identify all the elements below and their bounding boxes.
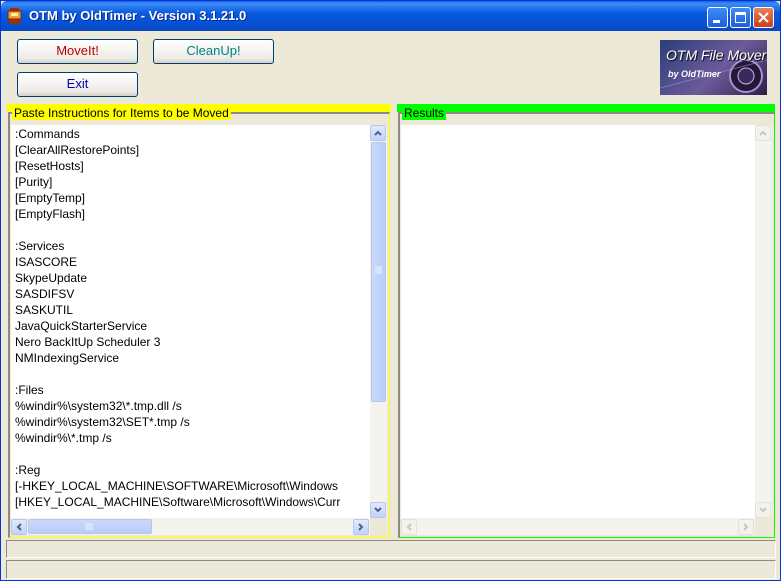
scroll-up-button[interactable] bbox=[370, 125, 386, 141]
chevron-down-icon bbox=[374, 507, 382, 513]
exit-button[interactable]: Exit bbox=[17, 72, 138, 97]
chevron-left-icon bbox=[406, 523, 412, 531]
otm-app-icon[interactable] bbox=[7, 8, 22, 24]
chevron-left-icon bbox=[16, 523, 22, 531]
otm-window: OTM by OldTimer - Version 3.1.21.0 MoveI… bbox=[0, 0, 781, 581]
instruction-line bbox=[15, 366, 370, 382]
instructions-vscrollbar[interactable] bbox=[370, 125, 387, 518]
scroll-down-button[interactable] bbox=[755, 502, 771, 518]
chevron-down-icon bbox=[759, 507, 767, 513]
instruction-line: %windir%\*.tmp /s bbox=[15, 431, 112, 445]
maximize-button[interactable] bbox=[730, 7, 751, 28]
results-label: Results bbox=[402, 106, 447, 120]
instruction-line: JavaQuickStarterService bbox=[15, 319, 148, 333]
chevron-up-icon bbox=[374, 130, 382, 136]
otm-logo: OTM File Mover by OldTimer bbox=[660, 40, 767, 95]
instruction-line: SASDIFSV bbox=[15, 287, 75, 301]
instruction-line: SASKUTIL bbox=[15, 303, 74, 317]
scroll-left-button[interactable] bbox=[401, 519, 417, 535]
status-text bbox=[7, 543, 10, 557]
minimize-button[interactable] bbox=[707, 7, 728, 28]
chevron-right-icon bbox=[358, 523, 364, 531]
scroll-up-button[interactable] bbox=[755, 125, 771, 141]
instruction-line: :Services bbox=[15, 239, 65, 253]
instruction-line: ISASCORE bbox=[15, 255, 78, 269]
instruction-line: NMIndexingService bbox=[15, 351, 120, 365]
results-textarea[interactable] bbox=[401, 125, 755, 518]
instruction-line: [-HKEY_LOCAL_MACHINE\SOFTWARE\Microsoft\… bbox=[15, 479, 338, 493]
exit-label: Exit bbox=[66, 76, 89, 91]
minimize-icon bbox=[713, 20, 720, 23]
results-accent-bar bbox=[397, 104, 775, 112]
grip-icon bbox=[85, 523, 93, 530]
instruction-line: [EmptyFlash] bbox=[15, 207, 86, 221]
chevron-right-icon bbox=[743, 523, 749, 531]
cleanup-button[interactable]: CleanUp! bbox=[153, 39, 274, 64]
instruction-line bbox=[15, 222, 370, 238]
scroll-left-button[interactable] bbox=[11, 519, 27, 535]
window-title: OTM by OldTimer - Version 3.1.21.0 bbox=[29, 8, 247, 23]
status-bar-secondary bbox=[6, 560, 776, 579]
scroll-down-button[interactable] bbox=[370, 502, 386, 518]
title-bar[interactable]: OTM by OldTimer - Version 3.1.21.0 bbox=[1, 1, 780, 31]
instruction-line: SkypeUpdate bbox=[15, 271, 88, 285]
results-vscrollbar[interactable] bbox=[755, 125, 772, 518]
instruction-line: [ClearAllRestorePoints] bbox=[15, 143, 140, 157]
instructions-hscrollbar[interactable] bbox=[11, 518, 370, 535]
results-hscrollbar[interactable] bbox=[401, 518, 755, 535]
instruction-line: [ResetHosts] bbox=[15, 159, 84, 173]
instruction-line: Nero BackItUp Scheduler 3 bbox=[15, 335, 161, 349]
instruction-line: :Files bbox=[15, 383, 44, 397]
scroll-right-button[interactable] bbox=[353, 519, 369, 535]
moveit-label: MoveIt! bbox=[56, 43, 99, 58]
instruction-line: :Reg bbox=[15, 463, 41, 477]
instruction-line bbox=[15, 446, 370, 462]
instruction-line: %windir%\system32\SET*.tmp /s bbox=[15, 415, 190, 429]
close-icon bbox=[758, 12, 769, 23]
status-bar bbox=[6, 540, 776, 558]
moveit-button[interactable]: MoveIt! bbox=[17, 39, 138, 64]
instructions-label: Paste Instructions for Items to be Moved bbox=[12, 106, 231, 120]
instruction-line: :Commands bbox=[15, 127, 80, 141]
logo-title: OTM File Mover bbox=[666, 47, 767, 63]
scroll-right-button[interactable] bbox=[738, 519, 754, 535]
instructions-textarea[interactable]: :Commands [ClearAllRestorePoints] [ResetHo… bbox=[11, 125, 370, 518]
hscroll-thumb[interactable] bbox=[28, 519, 152, 534]
chevron-up-icon bbox=[759, 130, 767, 136]
close-button[interactable] bbox=[753, 7, 774, 28]
scroll-corner bbox=[755, 518, 772, 535]
cleanup-label: CleanUp! bbox=[186, 43, 241, 58]
logo-subtitle: by OldTimer bbox=[668, 69, 721, 79]
instruction-line: [HKEY_LOCAL_MACHINE\Software\Microsoft\W… bbox=[15, 495, 341, 509]
vscroll-thumb[interactable] bbox=[371, 142, 386, 402]
maximize-icon bbox=[735, 12, 746, 23]
instruction-line: [Purity] bbox=[15, 175, 53, 189]
grip-icon bbox=[375, 266, 382, 274]
instruction-line: %windir%\system32\*.tmp.dll /s bbox=[15, 399, 182, 413]
instruction-line: [EmptyTemp] bbox=[15, 191, 86, 205]
